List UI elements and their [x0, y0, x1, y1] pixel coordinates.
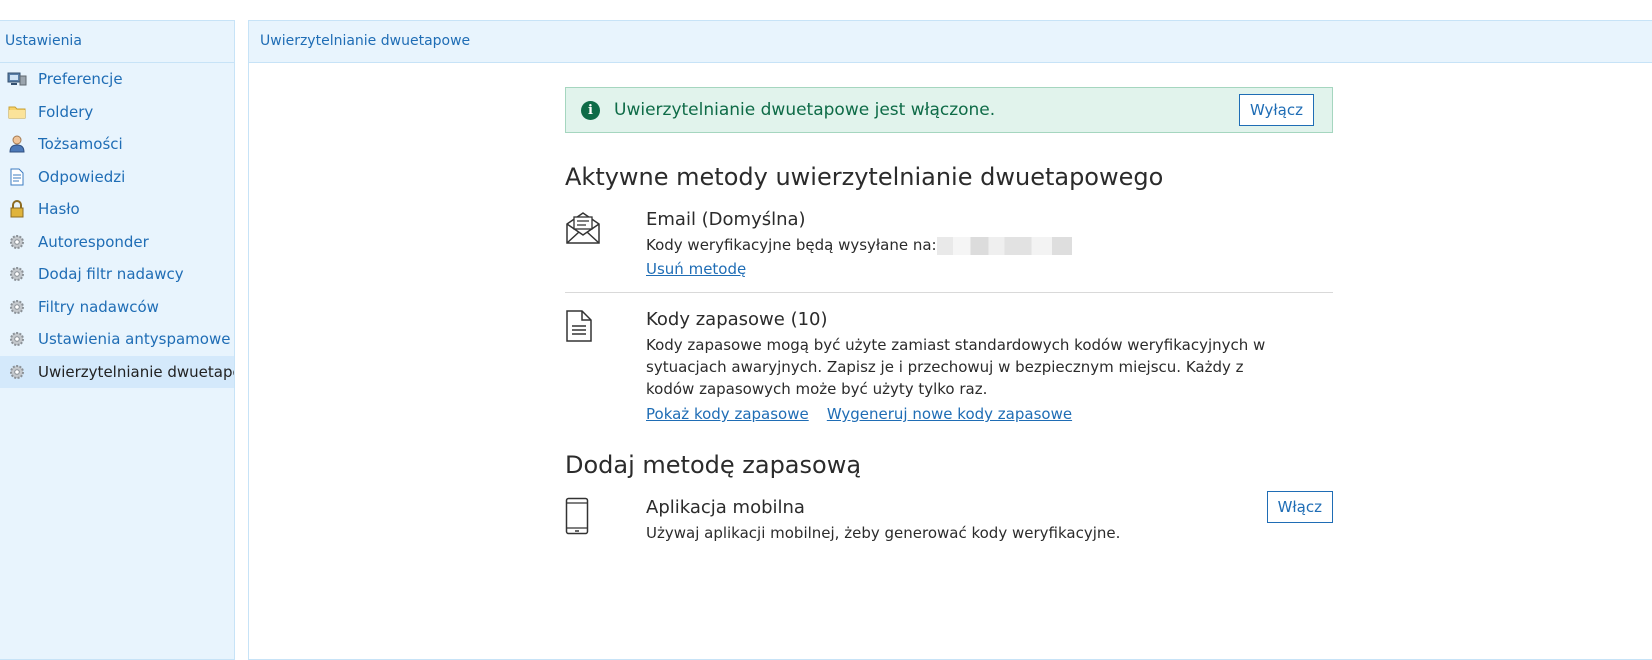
gear-icon [7, 297, 27, 317]
sidebar-item-label: Hasło [38, 200, 80, 219]
gear-icon [7, 264, 27, 284]
file-icon [565, 309, 605, 423]
sidebar-item-label: Tożsamości [38, 135, 123, 154]
two-step-content: i Uwierzytelnianie dwuetapowe jest włącz… [565, 87, 1333, 544]
redacted-email [936, 236, 1072, 255]
method-links: Usuń metodę [646, 259, 1333, 278]
sidebar-item-preferences[interactable]: Preferencje [0, 63, 234, 96]
page-title: Uwierzytelnianie dwuetapowe [249, 21, 1652, 63]
sidebar-item-label: Filtry nadawców [38, 297, 159, 316]
divider [565, 292, 1333, 293]
method-title: Kody zapasowe (10) [646, 309, 828, 330]
regenerate-backup-codes-link[interactable]: Wygeneruj nowe kody zapasowe [827, 405, 1072, 423]
method-title: Aplikacja mobilna [646, 497, 805, 518]
method-desc: Kody zapasowe mogą być użyte zamiast sta… [646, 336, 1266, 398]
method-desc: Kody weryfikacyjne będą wysyłane na: [646, 234, 1333, 256]
settings-sidebar: Ustawienia Preferencje Foldery Tożsamośc… [0, 20, 235, 660]
gear-icon [7, 232, 27, 252]
sidebar-item-label: Preferencje [38, 70, 123, 89]
lock-icon [7, 199, 27, 219]
sidebar-item-responses[interactable]: Odpowiedzi [0, 161, 234, 194]
status-notice: i Uwierzytelnianie dwuetapowe jest włącz… [565, 87, 1333, 133]
main-panel: Uwierzytelnianie dwuetapowe i Uwierzytel… [248, 20, 1652, 660]
folder-icon [7, 102, 27, 122]
method-links: Pokaż kody zapasowe Wygeneruj nowe kody … [646, 404, 1333, 423]
sidebar-item-label: Foldery [38, 102, 94, 121]
sidebar-item-label: Uwierzytelnianie dwuetapowe [38, 362, 234, 381]
method-backup-codes: Kody zapasowe (10) Kody zapasowe mogą by… [565, 309, 1333, 423]
method-mobile-app: Aplikacja mobilna Używaj aplikacji mobil… [565, 491, 1333, 544]
active-methods-title: Aktywne metody uwierzytelnianie dwuetapo… [565, 163, 1164, 191]
info-icon: i [581, 100, 600, 120]
envelope-icon [565, 209, 605, 278]
enable-button[interactable]: Włącz [1266, 491, 1333, 523]
method-desc: Używaj aplikacji mobilnej, żeby generowa… [646, 524, 1121, 542]
sidebar-item-sender-filters[interactable]: Filtry nadawców [0, 291, 234, 324]
sidebar-item-label: Ustawienia antyspamowe [38, 330, 231, 349]
method-desc-text: Kody weryfikacyjne będą wysyłane na: [646, 236, 937, 254]
sidebar-list: Preferencje Foldery Tożsamości Odpowiedz… [0, 63, 234, 388]
sidebar-title: Ustawienia [0, 21, 234, 63]
document-icon [7, 167, 27, 187]
sidebar-item-add-sender-filter[interactable]: Dodaj filtr nadawcy [0, 258, 234, 291]
sidebar-item-password[interactable]: Hasło [0, 193, 234, 226]
gear-icon [7, 362, 27, 382]
sidebar-item-label: Odpowiedzi [38, 167, 126, 186]
gear-icon [7, 329, 27, 349]
notice-text: Uwierzytelnianie dwuetapowe jest włączon… [614, 100, 996, 120]
sidebar-item-identities[interactable]: Tożsamości [0, 128, 234, 161]
show-backup-codes-link[interactable]: Pokaż kody zapasowe [646, 405, 809, 423]
sidebar-item-antispam-settings[interactable]: Ustawienia antyspamowe [0, 323, 234, 356]
preferences-icon [7, 69, 27, 89]
phone-icon [565, 497, 605, 544]
sidebar-item-label: Autoresponder [38, 232, 149, 251]
disable-button[interactable]: Wyłącz [1238, 94, 1314, 126]
sidebar-item-two-step-auth[interactable]: Uwierzytelnianie dwuetapowe [0, 355, 234, 388]
sidebar-item-autoresponder[interactable]: Autoresponder [0, 226, 234, 259]
remove-method-link[interactable]: Usuń metodę [646, 260, 746, 278]
add-method-title: Dodaj metodę zapasową [565, 451, 862, 479]
method-title: Email (Domyślna) [646, 209, 806, 230]
identity-icon [7, 134, 27, 154]
sidebar-item-folders[interactable]: Foldery [0, 96, 234, 129]
sidebar-item-label: Dodaj filtr nadawcy [38, 265, 184, 284]
method-email: Email (Domyślna) Kody weryfikacyjne będą… [565, 209, 1333, 292]
